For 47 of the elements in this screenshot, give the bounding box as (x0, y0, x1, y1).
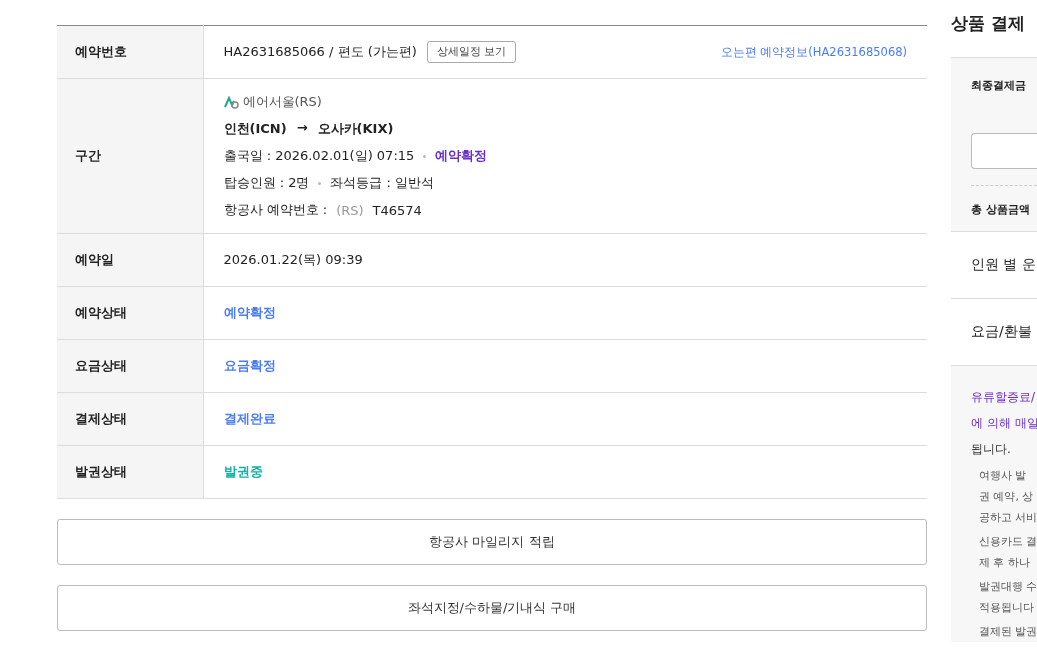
route-arrow: → (296, 120, 308, 137)
origin: 인천(ICN) (223, 120, 287, 138)
separator-dot-icon (423, 154, 427, 158)
note-text: 권 예약, 상 (979, 489, 1035, 505)
note-text: 공하고 서비 (979, 510, 1037, 526)
passenger-count: 탑승인원 : 2명 (223, 174, 310, 192)
section-header[interactable]: 인원 별 운 (951, 232, 1037, 299)
note-text: 발권대행 수 (979, 579, 1037, 595)
destination: 오사카(KIX) (317, 120, 394, 138)
row-label: 결제상태 (57, 392, 203, 446)
departure-status: 예약확정 (435, 147, 488, 165)
action-button[interactable]: 좌석지정/수하물/기내식 구매 (57, 585, 927, 631)
airline-name: 에어서울(RS) (242, 93, 322, 111)
row-label: 요금상태 (57, 339, 203, 393)
status-value: 요금확정 (223, 358, 276, 373)
row-label: 구간 (57, 78, 203, 234)
action-button[interactable]: 항공사 마일리지 적립 (57, 519, 927, 565)
detail-schedule-button[interactable]: 상세일정 보기 (426, 41, 517, 63)
note-text: 적용됩니다 (979, 600, 1035, 616)
row-label: 예약상태 (57, 286, 203, 340)
status-value: 발권중 (223, 464, 263, 479)
booking-number: HA2631685066 / 편도 (가는편) (223, 43, 417, 61)
pnr-label: 항공사 예약번호 : (223, 201, 328, 219)
pnr-airline-code: (RS) (336, 202, 364, 218)
note-text: 신용카드 결 (979, 534, 1037, 550)
return-booking-link[interactable]: 오는편 예약정보(HA2631685068) (720, 44, 907, 60)
separator-dot-icon (318, 181, 322, 185)
notice-text: 에 의해 매일 (971, 415, 1037, 432)
row-label: 예약번호 (57, 25, 203, 79)
note-text: 결제된 발권 (979, 624, 1037, 640)
final-amount-label: 최종결제금 (971, 78, 1027, 93)
row-label: 예약일 (57, 233, 203, 287)
status-value: 결제완료 (223, 411, 276, 426)
note-text: 제 후 하나 (979, 555, 1031, 571)
seat-class: 좌석등급 : 일반석 (330, 174, 435, 192)
booking-date: 2026.01.22(목) 09:39 (223, 252, 363, 267)
pnr-number: T46574 (372, 202, 422, 218)
note-text: 여행사 발 (979, 468, 1028, 484)
notice-text: 유류할증료/ (971, 389, 1037, 406)
panel-title: 상품 결제 (951, 12, 1026, 35)
row-label: 발권상태 (57, 445, 203, 499)
notice-text: 됩니다. (971, 441, 1012, 458)
status-value: 예약확정 (223, 305, 276, 320)
airline-logo-icon (223, 95, 239, 109)
amount-field[interactable] (971, 133, 1037, 169)
total-amount-label: 총 상품금액 (971, 202, 1031, 217)
departure-date: 출국일 : 2026.02.01(일) 07:15 (223, 147, 415, 165)
